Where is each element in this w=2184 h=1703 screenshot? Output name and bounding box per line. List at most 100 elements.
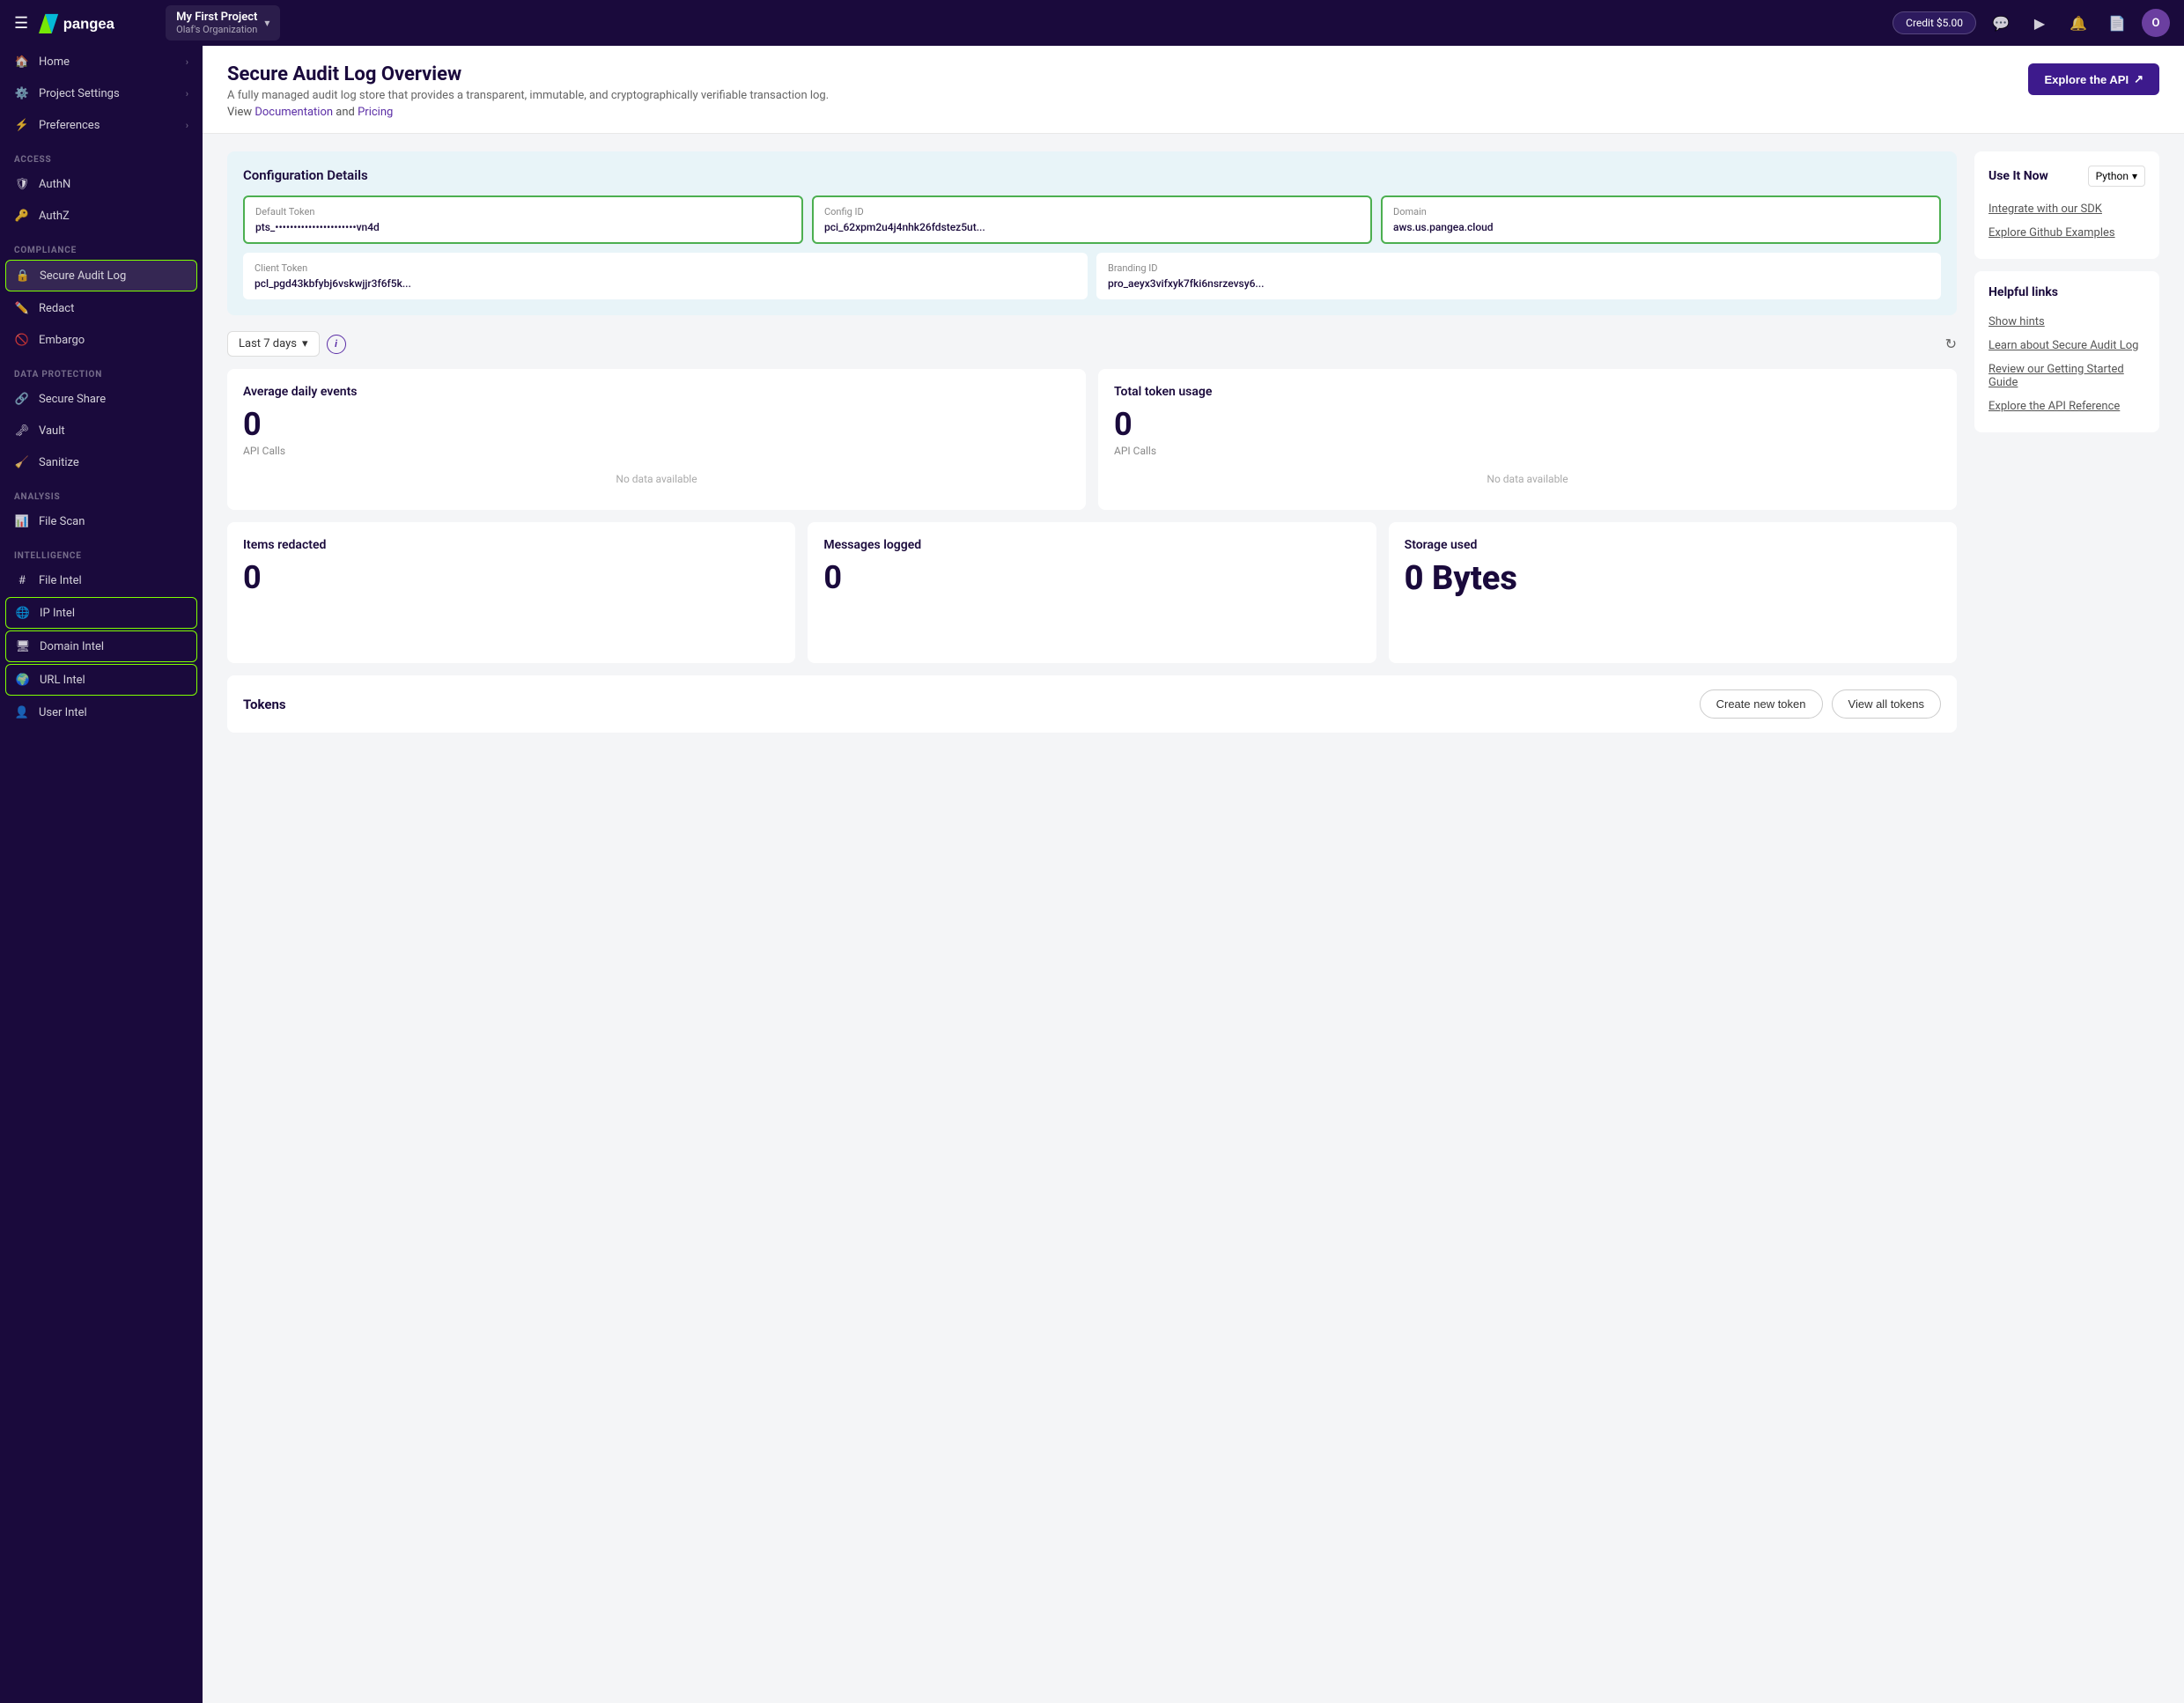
sidebar-item-preferences[interactable]: ⚡ Preferences › [0, 109, 203, 141]
external-link-icon: ↗ [2134, 72, 2143, 86]
sidebar-section-intelligence: INTELLIGENCE [0, 537, 203, 564]
chat-icon[interactable]: 💬 [1987, 9, 2015, 37]
page-header-left: Secure Audit Log Overview A fully manage… [227, 63, 829, 119]
sidebar-item-label: Preferences [39, 119, 100, 132]
sidebar-item-label: Secure Audit Log [40, 269, 126, 283]
explore-github-link[interactable]: Explore Github Examples [1988, 221, 2145, 245]
config-value: pts_••••••••••••••••••••••vn4d [255, 221, 791, 233]
sidebar-item-authn[interactable]: 🛡 AuthN [0, 168, 203, 200]
stat-value: 0 [1114, 406, 1941, 443]
stat-empty: No data available [1114, 457, 1941, 494]
config-field-config-id[interactable]: Config ID pci_62xpm2u4j4nhk26fdstez5ut..… [812, 195, 1372, 244]
stat-value: 0 [823, 559, 1360, 596]
stat-empty-text: No data available [616, 473, 697, 485]
sidebar-item-ip-intel[interactable]: 🌐 IP Intel [5, 597, 197, 629]
sidebar-item-authz[interactable]: 🔑 AuthZ [0, 200, 203, 232]
sidebar-item-label: Secure Share [39, 393, 106, 406]
sidebar-item-label: File Intel [39, 574, 82, 587]
chevron-down-icon: ▾ [302, 337, 308, 350]
filescan-icon: 📊 [14, 513, 30, 529]
page-subtitle: A fully managed audit log store that pro… [227, 89, 829, 102]
page-header: Secure Audit Log Overview A fully manage… [203, 46, 2184, 134]
project-selector[interactable]: My First Project Olaf's Organization ▾ [166, 5, 280, 41]
helpful-links-panel: Helpful links Show hints Learn about Sec… [1974, 271, 2159, 432]
sidebar-item-label: Project Settings [39, 87, 120, 100]
date-filter-label: Last 7 days [239, 337, 297, 350]
sidebar-item-home[interactable]: 🏠 Home › [0, 46, 203, 77]
stat-value: 0 Bytes [1405, 559, 1941, 598]
tokens-footer: Tokens Create new token View all tokens [227, 675, 1957, 733]
sidebar-item-label: AuthZ [39, 210, 70, 223]
info-icon[interactable]: i [327, 335, 346, 354]
explore-api-button[interactable]: Explore the API ↗ [2028, 63, 2159, 95]
key-icon: 🔑 [14, 208, 30, 224]
audit-icon: 🔒 [15, 268, 31, 284]
ipintel-icon: 🌐 [15, 605, 31, 621]
sidebar-item-label: Home [39, 55, 70, 69]
project-org: Olaf's Organization [176, 24, 257, 35]
stat-label: Storage used [1405, 538, 1941, 552]
config-card: Configuration Details Default Token pts_… [227, 151, 1957, 315]
config-field-branding-id[interactable]: Branding ID pro_aeyx3vifxyk7fki6nsrzevsy… [1096, 253, 1941, 299]
sidebar-item-project-settings[interactable]: ⚙️ Project Settings › [0, 77, 203, 109]
config-field-domain[interactable]: Domain aws.us.pangea.cloud [1381, 195, 1941, 244]
sidebar-item-vault[interactable]: 🗝 Vault [0, 415, 203, 446]
config-value: aws.us.pangea.cloud [1393, 221, 1929, 233]
create-new-token-button[interactable]: Create new token [1700, 689, 1823, 719]
userintel-icon: 👤 [14, 704, 30, 720]
stat-label: Total token usage [1114, 385, 1941, 399]
sidebar-item-label: Sanitize [39, 456, 79, 469]
sidebar: 🏠 Home › ⚙️ Project Settings › ⚡ Prefere… [0, 46, 203, 1703]
vault-icon: 🗝 [14, 423, 30, 439]
sidebar-item-domain-intel[interactable]: 🖥 Domain Intel [5, 630, 197, 662]
config-field-client-token[interactable]: Client Token pcl_pgd43kbfybj6vskwjjr3f6f… [243, 253, 1088, 299]
sidebar-item-secure-audit-log[interactable]: 🔒 Secure Audit Log [5, 260, 197, 291]
config-grid-bottom: Client Token pcl_pgd43kbfybj6vskwjjr3f6f… [243, 253, 1941, 299]
integrate-sdk-link[interactable]: Integrate with our SDK [1988, 197, 2145, 221]
pricing-link[interactable]: Pricing [358, 106, 393, 119]
pangea-logo-svg: pangea [39, 11, 144, 35]
sidebar-item-label: Embargo [39, 334, 85, 347]
svg-text:pangea: pangea [63, 15, 115, 32]
settings-icon: ⚙️ [14, 85, 30, 101]
tokens-title: Tokens [243, 697, 286, 712]
config-label: Domain [1393, 206, 1929, 217]
home-icon: 🏠 [14, 54, 30, 70]
youtube-icon[interactable]: ▶ [2025, 9, 2054, 37]
date-filter[interactable]: Last 7 days ▾ [227, 331, 320, 357]
sidebar-item-secure-share[interactable]: 🔗 Secure Share [0, 383, 203, 415]
sidebar-item-sanitize[interactable]: 🧹 Sanitize [0, 446, 203, 478]
sidebar-item-embargo[interactable]: 🚫 Embargo [0, 324, 203, 356]
content-side: Use It Now Python ▾ Integrate with our S… [1974, 151, 2159, 733]
learn-audit-log-link[interactable]: Learn about Secure Audit Log [1988, 334, 2145, 358]
chevron-right-icon: › [186, 56, 188, 68]
stats-grid-top: Average daily events 0 API Calls No data… [227, 369, 1957, 510]
show-hints-link[interactable]: Show hints [1988, 310, 2145, 334]
hamburger-icon[interactable]: ☰ [14, 14, 28, 33]
sidebar-section-access: ACCESS [0, 141, 203, 168]
stat-empty: No data available [243, 457, 1070, 494]
sidebar-item-file-scan[interactable]: 📊 File Scan [0, 505, 203, 537]
sidebar-item-file-intel[interactable]: # File Intel [0, 564, 203, 596]
layout: 🏠 Home › ⚙️ Project Settings › ⚡ Prefere… [0, 46, 2184, 1703]
bell-icon[interactable]: 🔔 [2064, 9, 2092, 37]
language-selector[interactable]: Python ▾ [2088, 166, 2145, 187]
shield-icon: 🛡 [14, 176, 30, 192]
docs-icon[interactable]: 📄 [2103, 9, 2131, 37]
getting-started-link[interactable]: Review our Getting Started Guide [1988, 358, 2145, 394]
view-all-tokens-button[interactable]: View all tokens [1832, 689, 1941, 719]
sidebar-item-redact[interactable]: ✏️ Redact [0, 292, 203, 324]
config-card-title: Configuration Details [243, 167, 1941, 183]
sidebar-item-label: URL Intel [40, 674, 85, 687]
sidebar-item-user-intel[interactable]: 👤 User Intel [0, 697, 203, 728]
refresh-icon[interactable]: ↻ [1945, 335, 1957, 352]
sidebar-item-url-intel[interactable]: 🌍 URL Intel [5, 664, 197, 696]
config-label: Config ID [824, 206, 1360, 217]
use-it-now-panel: Use It Now Python ▾ Integrate with our S… [1974, 151, 2159, 259]
api-reference-link[interactable]: Explore the API Reference [1988, 394, 2145, 418]
config-field-default-token[interactable]: Default Token pts_••••••••••••••••••••••… [243, 195, 803, 244]
credit-badge[interactable]: Credit $5.00 [1893, 11, 1976, 34]
stat-label: Items redacted [243, 538, 779, 552]
documentation-link[interactable]: Documentation [255, 106, 333, 119]
avatar[interactable]: O [2142, 9, 2170, 37]
